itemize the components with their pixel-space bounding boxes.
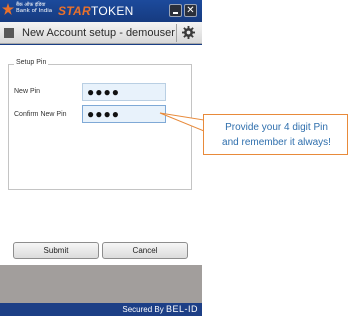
- callout-box: Provide your 4 digit Pin and remember it…: [203, 114, 348, 155]
- callout-line-2: and remember it always!: [222, 137, 331, 148]
- callout-line-1: Provide your 4 digit Pin: [225, 122, 328, 133]
- callout-pointer: [159, 112, 205, 132]
- callout-text: Provide your 4 digit Pin and remember it…: [204, 120, 349, 150]
